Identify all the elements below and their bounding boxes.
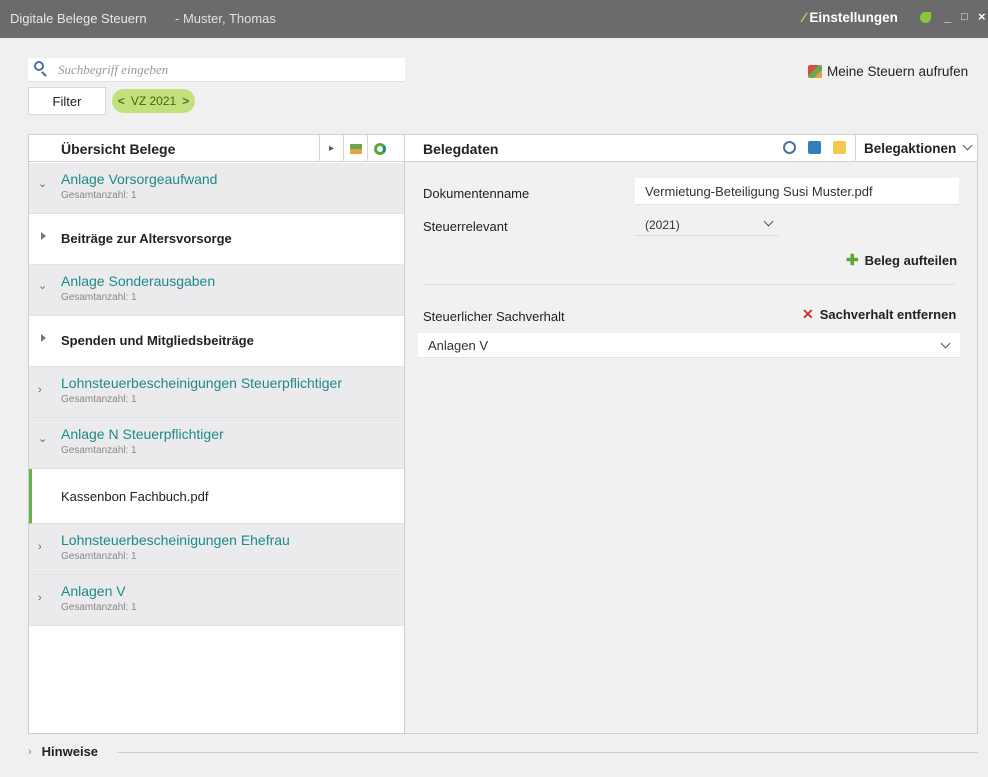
settings-label: Einstellungen: [809, 9, 898, 25]
group-title: Anlage N Steuerpflichtiger: [61, 426, 224, 442]
chevron-down-icon: [940, 338, 951, 349]
chevron-down-icon: ⌄: [38, 280, 48, 292]
year-label: VZ 2021: [130, 94, 177, 108]
search-box[interactable]: [28, 58, 405, 82]
next-year-icon[interactable]: >: [182, 94, 189, 108]
plus-icon: ✚: [846, 252, 859, 269]
group-lohnsteuer-ehefrau[interactable]: › Lohnsteuerbescheinigungen Ehefrau Gesa…: [29, 524, 404, 575]
sachverhalt-entfernen-label: Sachverhalt entfernen: [819, 307, 957, 322]
group-count: Gesamtanzahl: 1: [61, 190, 137, 201]
group-title: Lohnsteuerbescheinigungen Steuerpflichti…: [61, 375, 342, 391]
overview-title: Übersicht Belege: [61, 141, 176, 157]
triangle-right-icon: [41, 334, 46, 342]
group-count: Gesamtanzahl: 1: [61, 445, 137, 456]
minimize-button[interactable]: _: [944, 9, 951, 24]
group-count: Gesamtanzahl: 1: [61, 551, 137, 562]
app-title: Digitale Belege Steuern: [10, 11, 147, 26]
maximize-button[interactable]: □: [961, 11, 968, 23]
group-count: Gesamtanzahl: 1: [61, 292, 137, 303]
prev-year-icon[interactable]: <: [118, 94, 125, 108]
expand-icon[interactable]: ▸: [319, 135, 343, 162]
chevron-down-icon: [763, 216, 774, 227]
settings-button[interactable]: ⁄ Einstellungen: [803, 9, 898, 25]
hinweise-toggle[interactable]: › Hinweise: [28, 744, 98, 759]
hinweise-divider: [117, 752, 978, 753]
beleg-aufteilen-label: Beleg aufteilen: [864, 252, 958, 268]
belegaktionen-menu[interactable]: Belegaktionen: [855, 135, 978, 162]
file-title: Kassenbon Fachbuch.pdf: [61, 489, 209, 504]
file-kassenbon-fachbuch[interactable]: Kassenbon Fachbuch.pdf: [29, 469, 404, 524]
chevron-right-icon: ›: [38, 541, 42, 553]
tax-overview-icon: [808, 65, 822, 78]
group-lohnsteuer-steuerpflichtiger[interactable]: › Lohnsteuerbescheinigungen Steuerpflich…: [29, 367, 404, 418]
doc-name-field[interactable]: Vermietung-Beteiligung Susi Muster.pdf: [635, 178, 959, 205]
sub-spenden-mitgliedsbeitraege[interactable]: Spenden und Mitgliedsbeiträge: [29, 316, 404, 367]
chevron-down-icon: ⌄: [38, 178, 48, 190]
year-selector[interactable]: < VZ 2021 >: [112, 89, 195, 113]
group-anlage-n-steuerpflichtiger[interactable]: ⌄ Anlage N Steuerpflichtiger Gesamtanzah…: [29, 418, 404, 469]
title-bar: Digitale Belege Steuern - Muster, Thomas…: [0, 0, 988, 38]
chevron-right-icon: ›: [38, 592, 42, 604]
meine-steuern-label: Meine Steuern aufrufen: [827, 64, 969, 79]
relevant-value: (2021): [645, 218, 680, 232]
user-name: - Muster, Thomas: [175, 11, 276, 26]
belegdaten-title: Belegdaten: [423, 141, 499, 157]
search-icon: [34, 61, 44, 71]
group-count: Gesamtanzahl: 1: [61, 394, 137, 405]
relevant-label: Steuerrelevant: [423, 219, 508, 234]
sub-beitraege-altersvorsorge[interactable]: Beiträge zur Altersvorsorge: [29, 214, 404, 265]
form-divider: [423, 284, 955, 285]
info-icon[interactable]: [808, 141, 821, 154]
relevant-select[interactable]: (2021): [635, 212, 779, 236]
group-anlagen-v[interactable]: › Anlagen V Gesamtanzahl: 1: [29, 575, 404, 626]
search-input[interactable]: [58, 61, 388, 79]
meine-steuern-link[interactable]: Meine Steuern aufrufen: [808, 64, 968, 79]
wrench-icon: ⁄: [803, 9, 806, 25]
belegdaten-header: Belegdaten Belegaktionen: [405, 135, 977, 162]
sub-title: Spenden und Mitgliedsbeiträge: [61, 333, 254, 348]
belege-overview-panel: Übersicht Belege ▸ ⌄ Anlage Vorsorgeaufw…: [28, 134, 405, 734]
chevron-down-icon: [962, 140, 973, 151]
sachverhalt-entfernen-button[interactable]: ✕ Sachverhalt entfernen: [802, 306, 956, 323]
group-title: Anlagen V: [61, 583, 126, 599]
remove-icon: ✕: [802, 306, 814, 322]
sachverhalt-value: Anlagen V: [428, 338, 488, 353]
triangle-right-icon: [41, 232, 46, 240]
sachverhalt-label: Steuerlicher Sachverhalt: [423, 309, 565, 324]
sachverhalt-select[interactable]: Anlagen V: [418, 333, 960, 358]
group-anlage-sonderausgaben[interactable]: ⌄ Anlage Sonderausgaben Gesamtanzahl: 1: [29, 265, 404, 316]
belege-list: ⌄ Anlage Vorsorgeaufwand Gesamtanzahl: 1…: [29, 163, 404, 626]
group-count: Gesamtanzahl: 1: [61, 602, 137, 613]
lock-icon[interactable]: [783, 141, 796, 154]
leaf-icon[interactable]: [920, 12, 931, 23]
doc-name-label: Dokumentenname: [423, 186, 530, 201]
group-title: Lohnsteuerbescheinigungen Ehefrau: [61, 532, 290, 548]
hinweise-label: Hinweise: [41, 744, 99, 759]
group-anlage-vorsorgeaufwand[interactable]: ⌄ Anlage Vorsorgeaufwand Gesamtanzahl: 1: [29, 163, 404, 214]
sub-title: Beiträge zur Altersvorsorge: [61, 231, 232, 246]
belegdaten-panel: Belegdaten Belegaktionen Dokumentenname …: [405, 134, 978, 734]
overview-header: Übersicht Belege ▸: [29, 135, 404, 162]
tree-view-icon[interactable]: [343, 135, 367, 162]
chevron-right-icon: ›: [38, 384, 42, 396]
refresh-icon[interactable]: [367, 135, 391, 162]
filter-button[interactable]: Filter: [28, 87, 106, 115]
chevron-right-icon: ›: [28, 745, 32, 758]
belegaktionen-label: Belegaktionen: [864, 141, 957, 156]
note-icon[interactable]: [833, 141, 846, 154]
group-title: Anlage Vorsorgeaufwand: [61, 171, 218, 187]
beleg-aufteilen-button[interactable]: ✚ Beleg aufteilen: [846, 251, 957, 269]
group-title: Anlage Sonderausgaben: [61, 273, 216, 289]
chevron-down-icon: ⌄: [38, 433, 48, 445]
close-button[interactable]: ×: [978, 9, 986, 24]
